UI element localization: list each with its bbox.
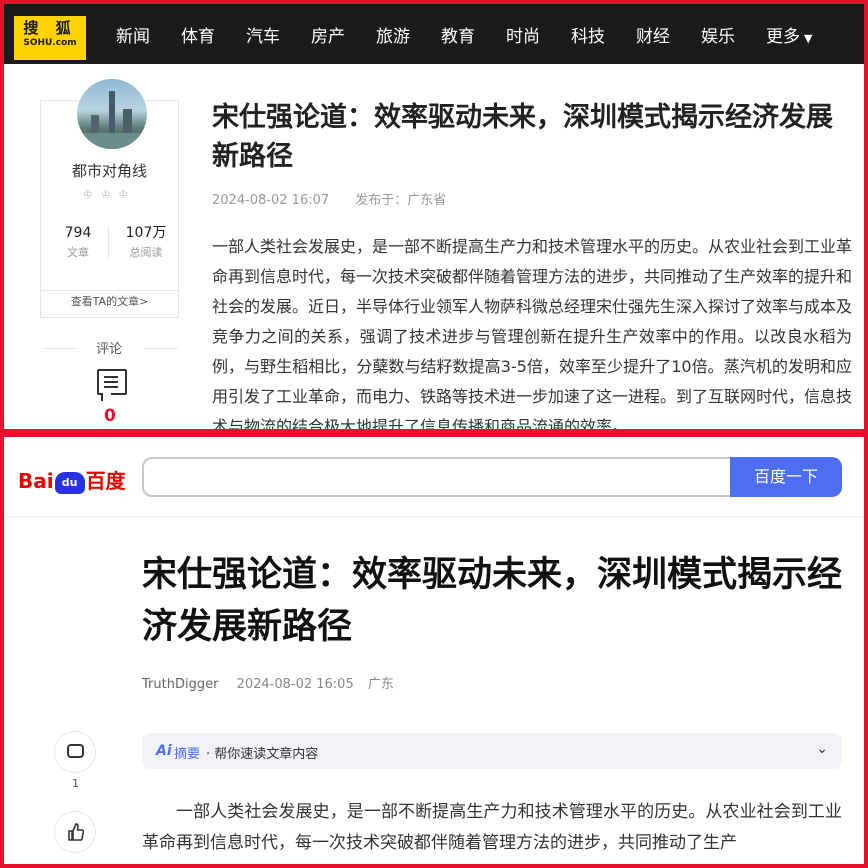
ai-summary-bar[interactable]: Ai 摘要 · 帮你速读文章内容 ⌄ — [142, 733, 842, 769]
comment-divider-left — [44, 348, 78, 349]
article-body: 一部人类社会发展史，是一部不断提高生产力和技术管理水平的历史。从农业社会到工业革… — [142, 802, 842, 853]
baidu-logo[interactable]: Bai du 百度 — [18, 465, 126, 494]
sohu-nav-items: 新闻 体育 汽车 房产 旅游 教育 时尚 科技 财经 娱乐 更多 ▼ — [116, 4, 843, 64]
sohu-logo-text: 搜 狐 — [23, 19, 77, 37]
nav-item-fashion[interactable]: 时尚 — [506, 22, 540, 47]
article-author[interactable]: TruthDigger — [142, 677, 218, 692]
stat-divider — [108, 226, 109, 260]
author-name[interactable]: 都市对角线 — [40, 160, 179, 181]
nav-item-realestate[interactable]: 房产 — [311, 22, 345, 47]
article-title: 宋仕强论道：效率驱动未来，深圳模式揭示经济发展新路径 — [212, 102, 833, 172]
author-avatar[interactable] — [77, 79, 147, 149]
comment-count: 1 — [72, 777, 79, 790]
article-date: 2024-08-02 16:05 — [236, 677, 354, 692]
comment-count[interactable]: 0 — [104, 406, 116, 426]
sohu-screenshot-panel: 搜 狐 SOHU.com 新闻 体育 汽车 房产 旅游 教育 时尚 科技 财经 … — [0, 0, 868, 433]
comment-icon[interactable] — [97, 369, 127, 395]
medal-icons: ♔♔♔ — [82, 188, 137, 201]
sohu-logo-domain: SOHU.com — [23, 38, 77, 48]
like-button[interactable] — [54, 811, 96, 853]
thumbs-up-icon — [68, 823, 84, 841]
comment-button[interactable] — [54, 731, 96, 773]
nav-item-tech[interactable]: 科技 — [571, 22, 605, 47]
stat-reads: 107万 总阅读 — [112, 224, 180, 260]
stat-articles: 794 文章 — [44, 224, 112, 260]
article-body: 一部人类社会发展史，是一部不断提高生产力和技术管理水平的历史。从农业社会到工业革… — [212, 237, 853, 433]
article-location: 广东 — [367, 677, 394, 692]
nav-item-entertainment[interactable]: 娱乐 — [701, 22, 735, 47]
articles-count: 794 — [64, 225, 92, 241]
nav-item-education[interactable]: 教育 — [441, 22, 475, 47]
caret-down-icon: ▼ — [804, 31, 813, 45]
comment-label: 评论 — [96, 342, 123, 357]
nav-item-travel[interactable]: 旅游 — [376, 22, 410, 47]
baidu-header: Bai du 百度 百度一下 — [4, 437, 864, 517]
ai-summary-title: 摘要 — [174, 747, 201, 762]
sohu-logo[interactable]: 搜 狐 SOHU.com — [14, 16, 86, 60]
ai-summary-desc: · 帮你速读文章内容 — [206, 747, 319, 762]
comment-icon — [67, 744, 84, 758]
reads-count: 107万 — [125, 225, 167, 241]
search-input[interactable] — [142, 457, 736, 497]
paw-icon: du — [54, 471, 85, 494]
chevron-down-icon[interactable]: ⌄ — [816, 741, 828, 757]
article-meta: TruthDigger 2024-08-02 16:05 广东 — [142, 673, 404, 692]
baidu-logo-bai: Bai — [18, 469, 54, 493]
avatar-water-shape — [77, 133, 147, 149]
article-title: 宋仕强论道：效率驱动未来，深圳模式揭示经济发展新路径 — [142, 555, 843, 647]
nav-item-news[interactable]: 新闻 — [116, 22, 150, 47]
nav-item-sports[interactable]: 体育 — [181, 22, 215, 47]
nav-item-auto[interactable]: 汽车 — [246, 22, 280, 47]
article-date: 2024-08-02 16:07 — [212, 193, 330, 208]
comment-divider-right — [144, 348, 178, 349]
nav-item-finance[interactable]: 财经 — [636, 22, 670, 47]
baidu-logo-baidu: 百度 — [85, 469, 126, 493]
reads-label: 总阅读 — [129, 246, 163, 259]
articles-label: 文章 — [67, 246, 89, 259]
nav-more-label: 更多 — [766, 26, 800, 47]
nav-more-menu[interactable]: 更多 ▼ — [766, 22, 812, 47]
search-button[interactable]: 百度一下 — [730, 457, 842, 497]
article-meta: 2024-08-02 16:07 发布于：广东省 — [212, 189, 468, 208]
view-author-articles-link[interactable]: 查看TA的文章> — [40, 293, 179, 309]
article-location: 发布于：广东省 — [355, 193, 447, 208]
ai-icon: Ai — [156, 743, 172, 759]
baidu-screenshot-panel: Bai du 百度 百度一下 宋仕强论道：效率驱动未来，深圳模式揭示经济发展新路径 … — [0, 433, 868, 868]
card-divider — [40, 290, 179, 291]
sohu-nav-bar: 搜 狐 SOHU.com 新闻 体育 汽车 房产 旅游 教育 时尚 科技 财经 … — [4, 4, 864, 64]
